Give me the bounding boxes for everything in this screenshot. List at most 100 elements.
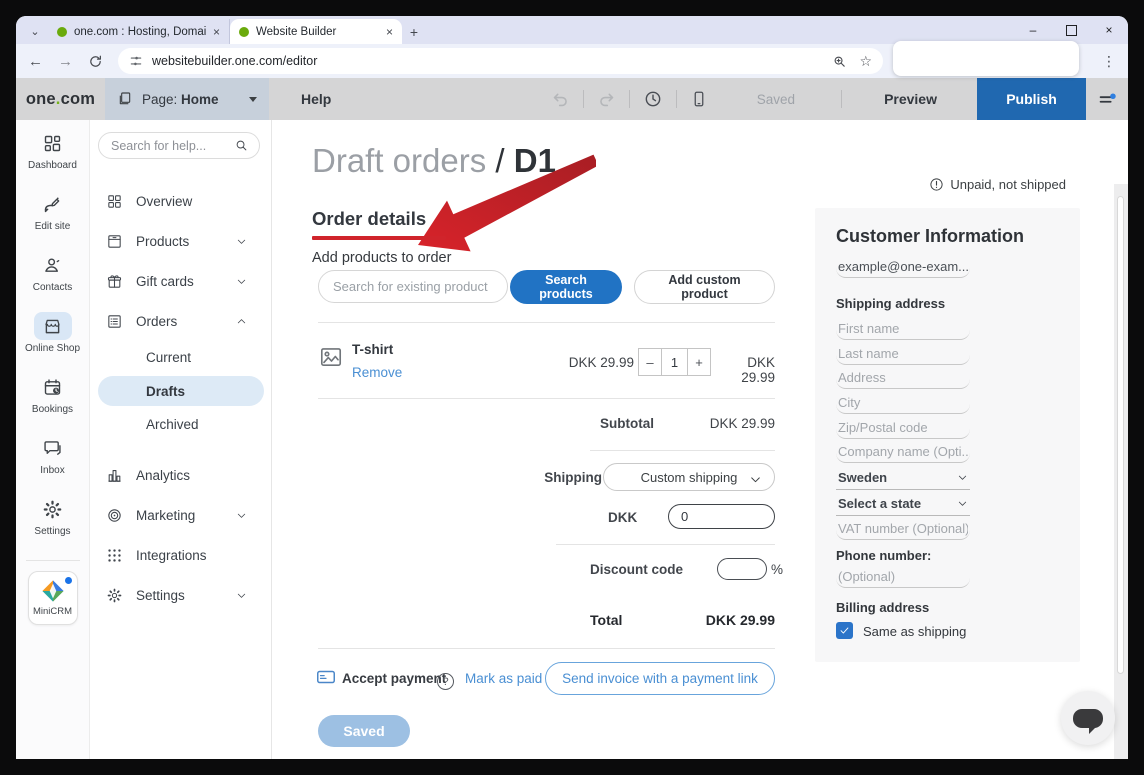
- sidebar-item-settings[interactable]: Settings: [98, 575, 264, 615]
- vat-field[interactable]: [836, 518, 970, 540]
- integrations-icon: [106, 547, 123, 564]
- back-button[interactable]: ←: [28, 53, 43, 70]
- tab-close-icon[interactable]: ×: [213, 25, 220, 39]
- same-as-shipping-checkbox[interactable]: [836, 622, 853, 639]
- nav-label: Products: [136, 234, 189, 249]
- minimize-button[interactable]: –: [1014, 16, 1052, 44]
- chevron-down-icon: [235, 589, 248, 602]
- state-select[interactable]: Select a state: [836, 492, 970, 516]
- nav-label: Drafts: [146, 384, 185, 399]
- search-products-button[interactable]: Search products: [510, 270, 622, 304]
- shipping-method-select[interactable]: Custom shipping: [603, 463, 775, 491]
- tab-search-chevron-icon[interactable]: ⌄: [22, 19, 48, 44]
- send-invoice-button[interactable]: Send invoice with a payment link: [545, 662, 775, 695]
- phone-field[interactable]: [836, 566, 970, 588]
- browser-menu-icon[interactable]: ⋮: [1102, 53, 1116, 70]
- saved-button[interactable]: Saved: [318, 715, 410, 747]
- rail-label: Settings: [34, 526, 70, 537]
- editor-menu-icon[interactable]: [1086, 78, 1128, 120]
- discount-percent-sign: %: [771, 562, 783, 577]
- help-search-input[interactable]: [109, 138, 234, 154]
- shipping-address-label: Shipping address: [836, 296, 945, 311]
- help-search[interactable]: [98, 132, 260, 159]
- shipping-amount-input[interactable]: [668, 504, 775, 529]
- company-field[interactable]: [836, 441, 970, 463]
- discount-code-input[interactable]: [717, 558, 767, 580]
- sidebar-item-orders[interactable]: Orders: [98, 301, 264, 341]
- rail-item-settings[interactable]: Settings: [16, 495, 89, 556]
- sidebar-item-analytics[interactable]: Analytics: [98, 455, 264, 495]
- products-icon: [106, 233, 123, 250]
- orders-icon: [106, 313, 123, 330]
- sidebar-item-overview[interactable]: Overview: [98, 181, 264, 221]
- rail-item-bookings[interactable]: Bookings: [16, 373, 89, 434]
- maximize-button[interactable]: [1052, 16, 1090, 44]
- city-field[interactable]: [836, 392, 970, 414]
- sidebar-item-gift-cards[interactable]: Gift cards: [98, 261, 264, 301]
- mobile-preview-icon[interactable]: [681, 90, 717, 108]
- state-value: Select a state: [838, 496, 921, 511]
- product-search-input[interactable]: [318, 270, 508, 303]
- shipping-method-value: Custom shipping: [641, 470, 738, 485]
- page-selector[interactable]: Page: Home: [105, 78, 269, 120]
- redo-icon[interactable]: [588, 90, 625, 109]
- add-custom-product-button[interactable]: Add custom product: [634, 270, 775, 304]
- chevron-down-icon: [249, 97, 257, 102]
- subtotal-value: DKK 29.99: [655, 416, 775, 431]
- quantity-increase-button[interactable]: +: [688, 349, 710, 375]
- chevron-down-icon: [235, 275, 248, 288]
- preview-button[interactable]: Preview: [884, 91, 937, 107]
- rail-item-inbox[interactable]: Inbox: [16, 434, 89, 495]
- new-tab-button[interactable]: +: [402, 19, 426, 44]
- country-select[interactable]: Sweden: [836, 466, 970, 490]
- quantity-decrease-button[interactable]: –: [639, 349, 661, 375]
- customer-email-field[interactable]: [836, 256, 970, 278]
- rail-item-edit-site[interactable]: Edit site: [16, 190, 89, 251]
- section-subtitle: Add products to order: [312, 250, 451, 266]
- last-name-field[interactable]: [836, 343, 970, 365]
- zoom-icon[interactable]: [832, 54, 847, 69]
- tab-one-com[interactable]: one.com : Hosting, Domain, Em ×: [48, 19, 230, 44]
- publish-button[interactable]: Publish: [977, 78, 1086, 120]
- sidebar-item-drafts[interactable]: Drafts: [98, 376, 264, 406]
- tab-close-icon[interactable]: ×: [386, 25, 393, 39]
- nav-label: Orders: [136, 314, 177, 329]
- chat-widget-button[interactable]: [1061, 691, 1115, 745]
- rail-item-dashboard[interactable]: Dashboard: [16, 129, 89, 190]
- sidebar-item-current[interactable]: Current: [98, 341, 264, 374]
- forward-button[interactable]: →: [58, 53, 73, 70]
- app-rail: Dashboard Edit site Contacts Online Shop…: [16, 120, 90, 759]
- shop-nav: Overview Products Gift cards Orders Curr…: [98, 181, 271, 615]
- bookmark-star-icon[interactable]: ☆: [859, 53, 872, 70]
- first-name-field[interactable]: [836, 318, 970, 340]
- sidebar-item-marketing[interactable]: Marketing: [98, 495, 264, 535]
- rail-item-online-shop[interactable]: Online Shop: [16, 312, 89, 373]
- history-icon[interactable]: [634, 89, 672, 109]
- page-icon: [117, 91, 133, 107]
- scrollbar-track[interactable]: [1114, 184, 1128, 759]
- alert-circle-icon: [929, 177, 944, 192]
- address-bar[interactable]: websitebuilder.one.com/editor ☆: [118, 48, 883, 74]
- scrollbar-thumb[interactable]: [1117, 196, 1124, 674]
- sidebar-item-archived[interactable]: Archived: [98, 408, 264, 441]
- reload-button[interactable]: [88, 54, 103, 69]
- rail-item-minicrm[interactable]: MiniCRM: [28, 571, 78, 625]
- site-settings-icon[interactable]: [129, 54, 143, 68]
- help-question-icon[interactable]: ?: [437, 673, 454, 690]
- quantity-value[interactable]: 1: [661, 349, 688, 375]
- nav-label: Settings: [136, 588, 185, 603]
- shipping-label: Shipping: [544, 470, 602, 485]
- rail-item-contacts[interactable]: Contacts: [16, 251, 89, 312]
- address-field[interactable]: [836, 367, 970, 389]
- mark-as-paid-link[interactable]: Mark as paid: [465, 671, 542, 686]
- zip-field[interactable]: [836, 417, 970, 439]
- remove-product-link[interactable]: Remove: [352, 365, 402, 380]
- tab-website-builder[interactable]: Website Builder ×: [230, 19, 402, 44]
- close-button[interactable]: ×: [1090, 16, 1128, 44]
- sidebar-item-integrations[interactable]: Integrations: [98, 535, 264, 575]
- help-menu[interactable]: Help: [301, 91, 331, 107]
- product-name: T-shirt: [352, 342, 393, 357]
- undo-icon[interactable]: [542, 90, 579, 109]
- chevron-down-icon: [235, 235, 248, 248]
- sidebar-item-products[interactable]: Products: [98, 221, 264, 261]
